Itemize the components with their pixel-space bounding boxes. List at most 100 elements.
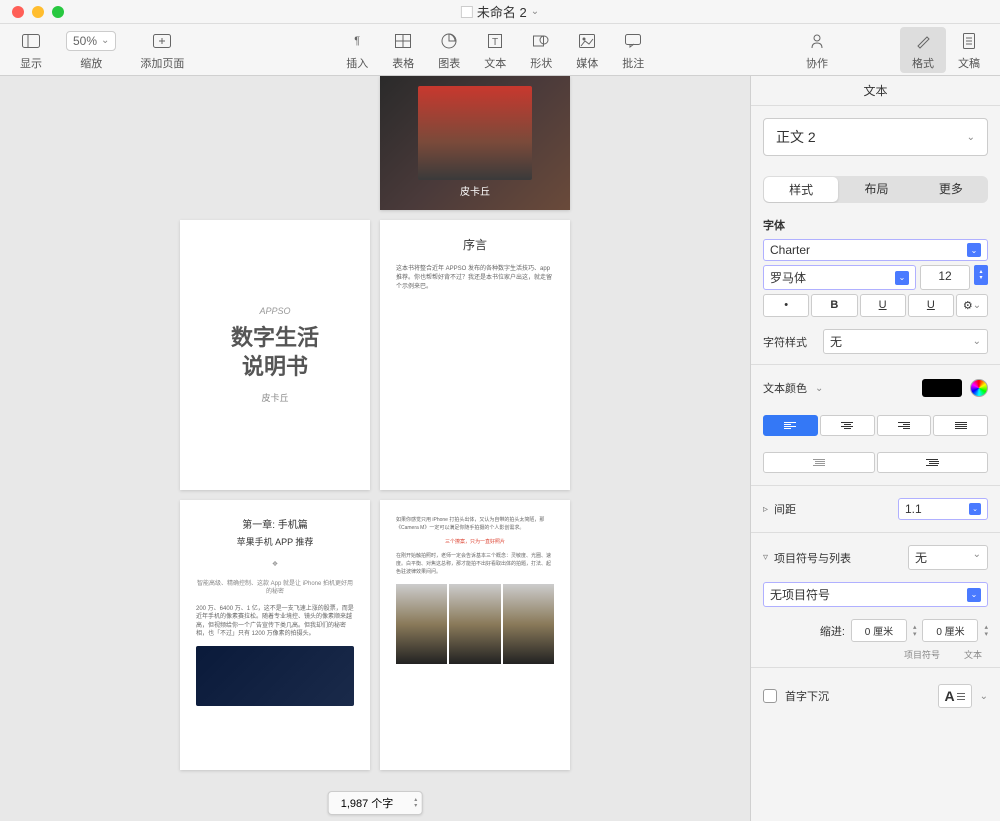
dropcap-checkbox[interactable] xyxy=(763,689,777,703)
align-left-button[interactable] xyxy=(763,415,818,436)
spacing-label: 间距 xyxy=(774,501,796,517)
text-icon: T xyxy=(488,29,502,53)
indent-text-input[interactable]: 0 厘米 xyxy=(922,619,978,642)
thumbnail-row xyxy=(396,584,554,664)
insert-button[interactable]: ¶ 插入 xyxy=(334,27,380,73)
thumbnail xyxy=(396,584,447,664)
minimize-button[interactable] xyxy=(32,6,44,18)
bullets-select[interactable]: 无 ⌄ xyxy=(908,545,988,570)
page-3[interactable]: 序言 这本书将整合近年 APPSO 发布的各种数字生活技巧、app 推荐。你也帮… xyxy=(380,220,570,490)
dropdown-arrow-icon: ⌄ xyxy=(895,271,909,285)
gear-icon: ⚙ xyxy=(963,299,973,312)
page-4[interactable]: 第一章: 手机篇 苹果手机 APP 推荐 ❖ 智能高级、精确控制、这款 App … xyxy=(180,500,370,770)
text-button[interactable]: T 文本 xyxy=(472,27,518,73)
spacing-input[interactable]: 1.1 ⌄ xyxy=(898,498,988,520)
stepper-icon: ▴▾ xyxy=(414,797,417,809)
font-section-title: 字体 xyxy=(763,217,988,233)
view-button[interactable]: 显示 xyxy=(8,27,54,73)
preface-body: 这本书将整合近年 APPSO 发布的各种数字生活技巧、app 推荐。你也帮帮好背… xyxy=(396,265,554,292)
shape-icon xyxy=(533,29,549,53)
dropdown-arrow-icon: ⌄ xyxy=(967,243,981,257)
chevron-down-icon[interactable]: ⌄ xyxy=(980,691,988,702)
align-center-button[interactable] xyxy=(820,415,875,436)
maximize-button[interactable] xyxy=(52,6,64,18)
decoration: ❖ xyxy=(196,560,354,568)
thumbnail xyxy=(449,584,500,664)
bullets-type-select[interactable]: 无项目符号 ⌄ xyxy=(763,582,988,607)
word-count[interactable]: 1,987 个字 ▴▾ xyxy=(328,791,423,815)
indent-increase-button[interactable] xyxy=(877,452,989,473)
font-options-button[interactable]: ⚙⌄ xyxy=(956,294,988,317)
dropcap-label: 首字下沉 xyxy=(785,688,829,704)
color-swatch[interactable] xyxy=(922,379,962,397)
collab-button[interactable]: 协作 xyxy=(794,27,840,73)
appso-label: APPSO xyxy=(259,306,290,316)
zoom-control[interactable]: 50%⌄ 缩放 xyxy=(54,27,128,73)
cover-caption: 皮卡丘 xyxy=(460,183,490,198)
table-button[interactable]: 表格 xyxy=(380,27,426,73)
dropcap-preview[interactable]: A xyxy=(938,684,972,708)
body-text-2: 200 万、6400 万、1 亿，这不是一支飞速上涨的股票，而是近年手机的像素赛… xyxy=(196,605,354,639)
table-icon xyxy=(395,29,411,53)
add-page-button[interactable]: 添加页面 xyxy=(128,27,196,73)
inspector-header: 文本 xyxy=(751,76,1000,106)
preface-title: 序言 xyxy=(396,236,554,253)
bold-button[interactable]: B xyxy=(811,294,857,317)
font-family-select[interactable]: Charter ⌄ xyxy=(763,239,988,261)
tab-style[interactable]: 样式 xyxy=(764,177,838,202)
chevron-down-icon[interactable]: ⌄ xyxy=(815,383,823,394)
dropdown-arrow-icon: ⌄ xyxy=(969,503,981,515)
close-button[interactable] xyxy=(12,6,24,18)
font-style-select[interactable]: 罗马体 ⌄ xyxy=(763,265,916,290)
tab-more[interactable]: 更多 xyxy=(914,176,988,203)
page-5[interactable]: 如果你感觉只用 iPhone 打拍头出体，又认为自带的拍头太简陋，那《Camer… xyxy=(380,500,570,770)
align-justify-button[interactable] xyxy=(933,415,988,436)
svg-text:T: T xyxy=(492,37,498,48)
page-1[interactable]: 皮卡丘 xyxy=(380,76,570,210)
phone-image xyxy=(196,646,354,706)
chart-button[interactable]: 图表 xyxy=(426,27,472,73)
comment-icon xyxy=(625,29,641,53)
inspector-tabs: 样式 布局 更多 xyxy=(763,176,988,203)
person-icon xyxy=(809,29,825,53)
plus-icon xyxy=(153,29,171,53)
cover-image xyxy=(418,86,532,180)
align-right-button[interactable] xyxy=(877,415,932,436)
body-text-1: 智能高级、精确控制、这款 App 就是让 iPhone 拍机更好用的秘密 xyxy=(196,580,354,597)
paragraph-icon: ¶ xyxy=(354,29,360,53)
disclosure-arrow-icon[interactable]: ▿ xyxy=(763,552,768,563)
format-button[interactable]: 格式 xyxy=(900,27,946,73)
comment-button[interactable]: 批注 xyxy=(610,27,656,73)
window-title[interactable]: 未命名 2 ⌄ xyxy=(461,2,539,21)
document-icon xyxy=(461,6,473,18)
chevron-down-icon: ⌄ xyxy=(531,6,539,17)
document-icon xyxy=(963,29,975,53)
size-stepper[interactable]: ▴▾ xyxy=(974,265,988,285)
paragraph-style-select[interactable]: 正文 2 ⌄ xyxy=(763,118,988,156)
underline-button[interactable]: U xyxy=(860,294,906,317)
disclosure-arrow-icon[interactable]: ▹ xyxy=(763,504,768,515)
indent-bullet-input[interactable]: 0 厘米 xyxy=(851,619,907,642)
page-2[interactable]: APPSO 数字生活 说明书 皮卡丘 xyxy=(180,220,370,490)
char-style-select[interactable]: 无 ⌄ xyxy=(823,329,988,354)
body-text-3: 如果你感觉只用 iPhone 打拍头出体，又认为自带的拍头太简陋，那《Camer… xyxy=(396,516,554,532)
sidebar-icon xyxy=(22,29,40,53)
color-picker-button[interactable] xyxy=(970,379,988,397)
text-color-button[interactable]: • xyxy=(763,294,809,317)
indent-decrease-button[interactable] xyxy=(763,452,875,473)
indent-text-sublabel: 文本 xyxy=(964,648,982,661)
underline-button-2[interactable]: U xyxy=(908,294,954,317)
toolbar: 显示 50%⌄ 缩放 添加页面 ¶ 插入 表格 图表 T 文本 形 xyxy=(0,24,1000,76)
document-button[interactable]: 文稿 xyxy=(946,27,992,73)
image-icon xyxy=(579,29,595,53)
media-button[interactable]: 媒体 xyxy=(564,27,610,73)
bullets-label: 项目符号与列表 xyxy=(774,550,851,566)
chevron-down-icon: ⌄ xyxy=(967,132,975,143)
document-canvas[interactable]: 皮卡丘 APPSO 数字生活 说明书 皮卡丘 序言 这本书将整合近年 APPSO… xyxy=(0,76,750,821)
font-size-input[interactable]: 12 xyxy=(920,265,970,290)
text-color-label: 文本颜色 xyxy=(763,380,807,396)
shape-button[interactable]: 形状 xyxy=(518,27,564,73)
tab-layout[interactable]: 布局 xyxy=(839,176,913,203)
dropdown-arrow-icon: ⌄ xyxy=(967,588,981,602)
chapter-title: 第一章: 手机篇 xyxy=(196,516,354,531)
